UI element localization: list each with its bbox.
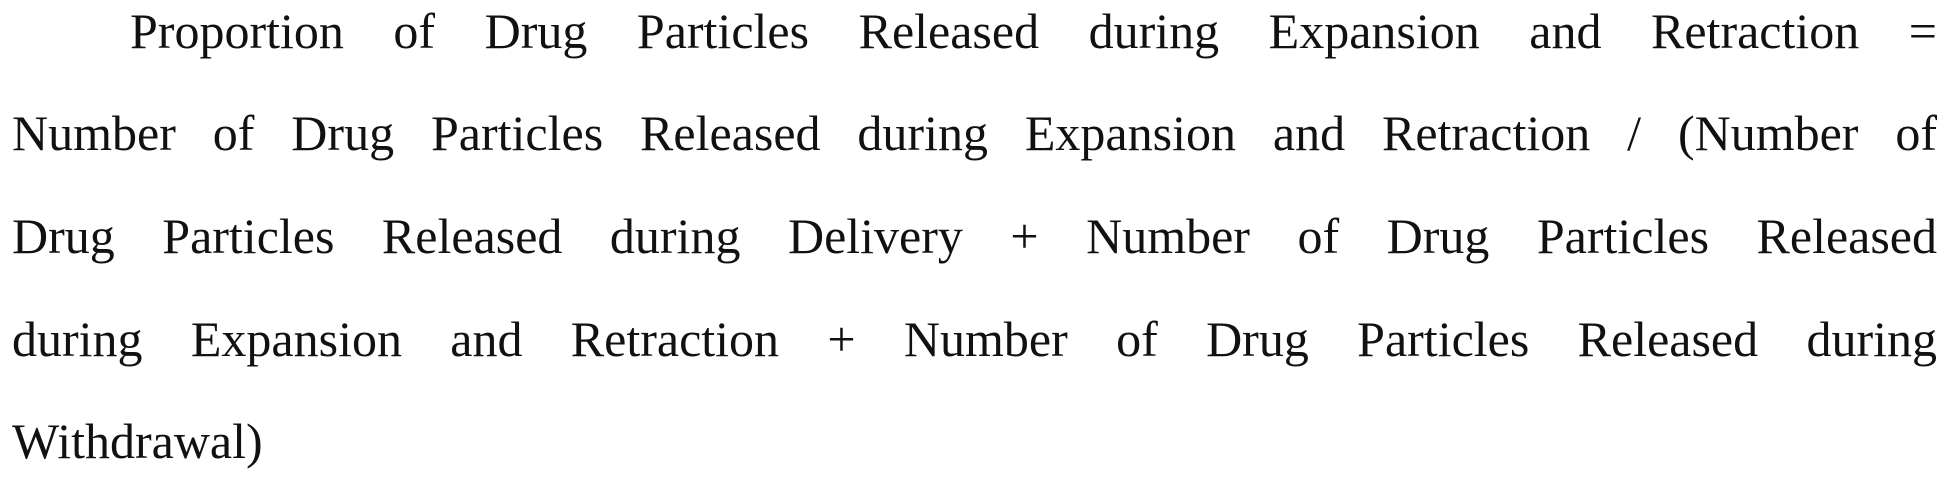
formula-line-4: during Expansion and Retraction + Number… (12, 308, 1937, 370)
document-page: Proportion of Drug Particles Released du… (12, 0, 1937, 484)
formula-line-3: Drug Particles Released during Delivery … (12, 205, 1937, 267)
formula-line-5: Withdrawal) (12, 410, 1937, 472)
formula-line-2: Number of Drug Particles Released during… (12, 102, 1937, 164)
formula-line-1: Proportion of Drug Particles Released du… (130, 0, 1937, 62)
